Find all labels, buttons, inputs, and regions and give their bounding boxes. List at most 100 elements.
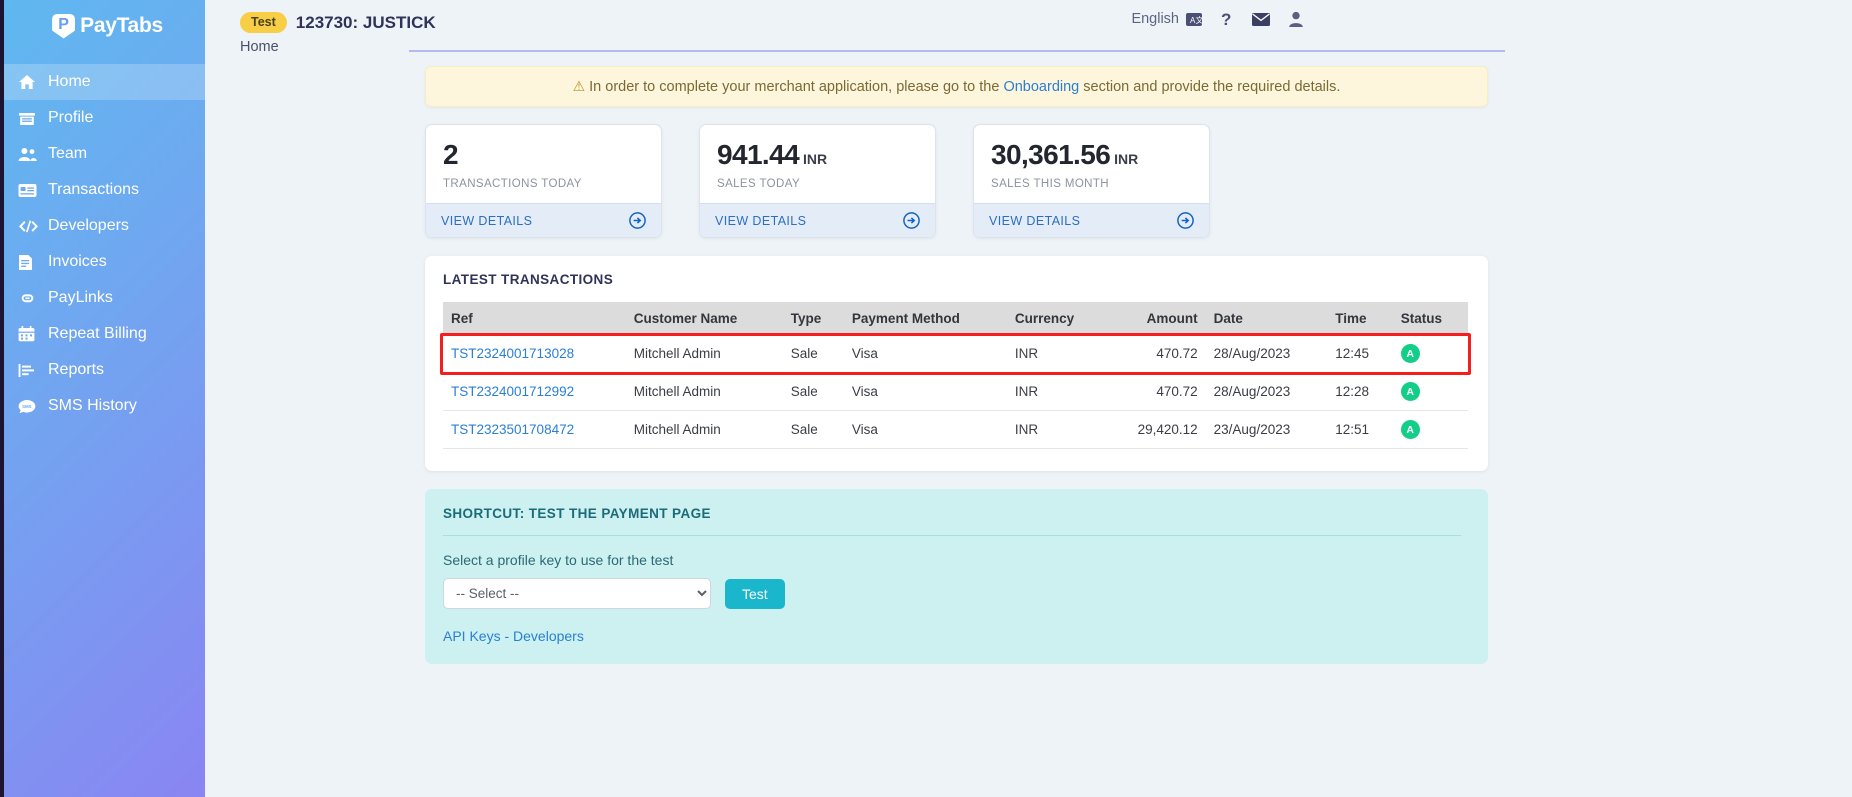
arrow-right-circle-icon[interactable] <box>629 212 646 229</box>
breadcrumb-item-home[interactable]: Home <box>240 39 279 55</box>
stat-card-value-row: 941.44 INR <box>717 141 918 169</box>
language-selector[interactable]: English A文 <box>1131 11 1203 27</box>
sms-icon: SMS <box>18 397 39 415</box>
stat-card-value: 30,361.56 <box>991 139 1111 170</box>
title-row: Test 123730: JUSTICK <box>205 0 1852 33</box>
cell-customer: Mitchell Admin <box>625 372 783 411</box>
cell-ref: TST2323501708472 <box>443 410 626 449</box>
help-icon[interactable]: ? <box>1221 10 1234 28</box>
mail-icon[interactable] <box>1252 12 1270 26</box>
cell-ref: TST2324001713028 <box>443 335 626 373</box>
sidebar-item-home[interactable]: Home <box>4 64 205 100</box>
transaction-ref-link[interactable]: TST2324001712992 <box>451 384 574 399</box>
view-details-button[interactable]: VIEW DETAILS <box>974 203 1209 237</box>
warning-icon: ⚠ <box>572 78 586 94</box>
status-badge: A <box>1400 382 1420 401</box>
code-icon <box>18 217 39 235</box>
stat-card-label: SALES TODAY <box>717 178 801 190</box>
cell-currency: INR <box>1006 372 1106 411</box>
cell-customer: Mitchell Admin <box>625 335 783 373</box>
sidebar-item-label: Reports <box>48 361 105 378</box>
paytabs-logo-icon: P <box>52 13 76 39</box>
sidebar-item-sms-history[interactable]: SMS SMS History <box>4 388 205 424</box>
sidebar-item-transactions[interactable]: Transactions <box>4 172 205 208</box>
svg-text:文: 文 <box>1196 15 1204 25</box>
column-header: Customer Name <box>625 302 783 335</box>
language-label: English <box>1131 11 1179 27</box>
sidebar-item-team[interactable]: Team <box>4 136 205 172</box>
content: ⚠ In order to complete your merchant appl… <box>205 52 1852 664</box>
stat-card-value-row: 30,361.56 INR <box>991 141 1192 169</box>
stat-card-value-row: 2 <box>443 141 644 169</box>
column-header: Date <box>1205 302 1328 335</box>
topbar-actions: English A文 ? <box>1131 10 1304 28</box>
arrow-right-circle-icon[interactable] <box>903 212 920 229</box>
sidebar-item-profile[interactable]: Profile <box>4 100 205 136</box>
view-details-label: VIEW DETAILS <box>715 213 807 228</box>
main-area: Test 123730: JUSTICK English A文 ? Home ⚠… <box>205 0 1852 797</box>
cell-status: A <box>1392 335 1468 373</box>
cell-date: 28/Aug/2023 <box>1205 335 1328 373</box>
svg-text:?: ? <box>1221 10 1231 28</box>
table-row[interactable]: TST2323501708472 Mitchell Admin Sale Visa IN… <box>443 410 1468 449</box>
cell-method: Visa <box>843 335 1007 373</box>
shortcut-title: SHORTCUT: TEST THE PAYMENT PAGE <box>443 506 711 521</box>
stat-cards: 2 TRANSACTIONS TODAY VIEW DETAILS 941.44 INR… <box>425 124 1852 238</box>
sidebar-item-invoices[interactable]: Invoices <box>4 244 205 280</box>
column-header: Type <box>782 302 844 335</box>
cell-method: Visa <box>843 410 1007 449</box>
users-icon <box>18 145 39 163</box>
view-details-button[interactable]: VIEW DETAILS <box>700 203 935 237</box>
sidebar-item-repeat-billing[interactable]: Repeat Billing <box>4 316 205 352</box>
sidebar-item-label: Invoices <box>48 253 107 270</box>
sidebar-item-developers[interactable]: Developers <box>4 208 205 244</box>
view-details-button[interactable]: VIEW DETAILS <box>426 203 661 237</box>
topbar: Test 123730: JUSTICK English A文 ? Home <box>205 0 1852 55</box>
brand-logo[interactable]: P PayTabs <box>4 0 205 52</box>
svg-text:SMS: SMS <box>22 404 32 409</box>
status-badge: A <box>1400 420 1420 439</box>
arrow-right-circle-icon[interactable] <box>1177 212 1194 229</box>
sidebar-item-paylinks[interactable]: PayLinks <box>4 280 205 316</box>
sidebar-item-label: Home <box>48 73 91 90</box>
sidebar-item-label: SMS History <box>48 397 137 414</box>
cell-date: 28/Aug/2023 <box>1205 372 1328 411</box>
cell-status: A <box>1392 410 1468 449</box>
alert-text-before: In order to complete your merchant appli… <box>589 79 1000 95</box>
column-header: Currency <box>1006 302 1106 335</box>
breadcrumb: Home <box>205 33 1852 61</box>
shortcut-panel: SHORTCUT: TEST THE PAYMENT PAGE Select a… <box>425 489 1488 664</box>
view-details-label: VIEW DETAILS <box>441 213 533 228</box>
stat-card-body: 30,361.56 INR SALES THIS MONTH <box>974 125 1209 203</box>
test-button[interactable]: Test <box>725 578 785 609</box>
onboarding-link[interactable]: Onboarding <box>1003 79 1079 95</box>
cell-amount: 29,420.12 <box>1105 410 1206 449</box>
table-row[interactable]: TST2324001712992 Mitchell Admin Sale Visa IN… <box>443 372 1468 411</box>
sidebar-item-label: Team <box>48 145 88 162</box>
view-details-label: VIEW DETAILS <box>989 213 1081 228</box>
user-icon[interactable] <box>1288 11 1304 27</box>
translate-icon[interactable]: A文 <box>1186 12 1203 27</box>
cell-time: 12:51 <box>1327 410 1393 449</box>
column-header: Time <box>1327 302 1393 335</box>
cell-time: 12:28 <box>1327 372 1393 411</box>
panel-title: LATEST TRANSACTIONS <box>443 272 614 287</box>
cell-type: Sale <box>782 372 844 411</box>
stat-card-currency: INR <box>803 151 828 167</box>
sidebar-item-reports[interactable]: Reports <box>4 352 205 388</box>
api-keys-link[interactable]: API Keys - Developers <box>443 628 1470 644</box>
shortcut-divider <box>443 535 1461 536</box>
stat-card-body: 2 TRANSACTIONS TODAY <box>426 125 661 203</box>
table-row[interactable]: TST2324001713028 Mitchell Admin Sale Visa IN… <box>443 335 1468 373</box>
table-body: TST2324001713028 Mitchell Admin Sale Visa IN… <box>443 335 1468 449</box>
sidebar-nav: Home Profile Team Transactions Developers Inv… <box>4 64 205 424</box>
sidebar-item-label: Developers <box>48 217 129 234</box>
chart-icon <box>18 361 39 379</box>
table-header-row: Ref Customer Name Type Payment Method Curren… <box>443 302 1468 335</box>
profile-key-select[interactable]: -- Select -- <box>443 578 711 609</box>
cell-status: A <box>1392 372 1468 411</box>
logo-mark-letter: P <box>58 15 69 33</box>
transaction-ref-link[interactable]: TST2323501708472 <box>451 422 574 437</box>
transaction-ref-link[interactable]: TST2324001713028 <box>451 346 574 361</box>
status-badge: A <box>1400 344 1420 363</box>
